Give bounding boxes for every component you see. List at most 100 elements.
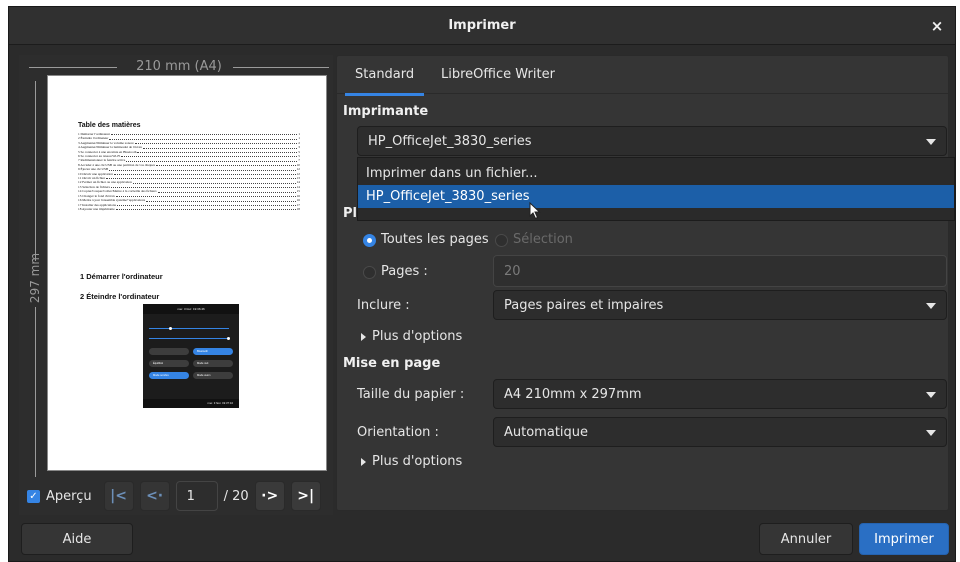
previous-page-icon: <· bbox=[146, 488, 164, 504]
printer-dropdown-list: Imprimer dans un fichier... HP_OfficeJet… bbox=[357, 157, 955, 221]
include-label: Inclure : bbox=[357, 298, 410, 313]
range-more-options[interactable]: Plus d'options bbox=[361, 329, 462, 344]
pages-radio[interactable] bbox=[363, 266, 376, 279]
printer-select[interactable]: HP_OfficeJet_3830_series bbox=[357, 126, 947, 156]
chevron-down-icon bbox=[926, 392, 936, 398]
pages-label: Pages : bbox=[381, 264, 428, 279]
toc-row-leader bbox=[121, 154, 298, 158]
dialog-title: Imprimer bbox=[448, 18, 516, 33]
paper-size-select[interactable]: A4 210mm x 297mm bbox=[493, 379, 947, 409]
heading-start: 1 Démarrer l'ordinateur bbox=[80, 272, 163, 281]
toc-row-page: 18 bbox=[296, 206, 300, 211]
screenshot-pill: Équilibré bbox=[149, 360, 189, 367]
orientation-label: Orientation : bbox=[357, 425, 439, 440]
help-button[interactable]: Aide bbox=[21, 523, 133, 555]
screenshot-image: mer. 3 févr. 19:36:46 Bluetooth Équilibr… bbox=[143, 304, 239, 408]
toc-row-leader bbox=[132, 180, 296, 184]
range-more-options-label: Plus d'options bbox=[372, 329, 463, 344]
screenshot-pill: Mode nuit bbox=[193, 360, 233, 367]
include-value: Pages paires et impaires bbox=[504, 297, 664, 313]
screenshot-slider bbox=[149, 328, 229, 329]
toc-row-leader bbox=[109, 136, 298, 140]
expander-arrow-icon bbox=[361, 332, 366, 341]
selection-label: Sélection bbox=[513, 232, 573, 247]
page-width-label: 210 mm (A4) bbox=[136, 59, 222, 74]
toc-row-leader bbox=[115, 194, 296, 198]
screenshot-topbar: mer. 3 févr. 19:36:46 bbox=[143, 304, 239, 314]
previous-page-button[interactable]: <· bbox=[139, 481, 170, 511]
toc-row-leader bbox=[110, 185, 296, 189]
paper-size-label: Taille du papier : bbox=[357, 387, 465, 402]
preview-page: Table des matières 1 Démarrer l'ordinate… bbox=[47, 75, 327, 471]
tab-libreoffice-writer[interactable]: LibreOffice Writer bbox=[441, 67, 555, 82]
toc-row-leader bbox=[146, 198, 296, 202]
print-dialog: Imprimer × 210 mm (A4) 297 mm Table des … bbox=[8, 6, 956, 562]
range-section-heading: Pl bbox=[343, 206, 357, 221]
last-page-icon: >| bbox=[297, 488, 315, 504]
pages-input[interactable]: 20 bbox=[493, 255, 947, 287]
preview-checkbox-label: Aperçu bbox=[46, 488, 92, 504]
first-page-button[interactable]: |< bbox=[103, 481, 134, 511]
tab-standard[interactable]: Standard bbox=[344, 67, 425, 96]
printer-selected-value: HP_OfficeJet_3830_series bbox=[368, 133, 532, 149]
screenshot-footer: mer. 3 févr. 19:37:10 bbox=[143, 399, 239, 408]
printer-section-heading: Imprimante bbox=[343, 104, 429, 119]
toc-row: 18 Ajouter une imprimante 18 bbox=[78, 207, 300, 211]
layout-more-options[interactable]: Plus d'options bbox=[361, 454, 462, 469]
preview-navigation: ✓ Aperçu |< <· 1 / 20 ·> >| bbox=[27, 481, 321, 511]
next-page-icon: ·> bbox=[261, 488, 279, 504]
page-height-ruler: 297 mm bbox=[27, 81, 43, 481]
title-bar: Imprimer × bbox=[9, 7, 955, 45]
chevron-down-icon bbox=[926, 430, 936, 436]
toc-row-leader bbox=[109, 167, 296, 171]
include-select[interactable]: Pages paires et impaires bbox=[493, 290, 947, 320]
chevron-down-icon bbox=[926, 139, 936, 145]
toc-row-title: 18 Ajouter une imprimante bbox=[78, 206, 115, 211]
orientation-select[interactable]: Automatique bbox=[493, 417, 947, 447]
tab-bar: Standard LibreOffice Writer bbox=[337, 56, 948, 96]
toc-row-leader bbox=[106, 176, 296, 180]
orientation-value: Automatique bbox=[504, 424, 589, 440]
print-preview: 210 mm (A4) 297 mm Table des matières 1 … bbox=[19, 55, 333, 515]
selection-radio[interactable] bbox=[495, 234, 508, 247]
current-page-input[interactable]: 1 bbox=[175, 481, 218, 511]
close-icon[interactable]: × bbox=[927, 16, 947, 36]
printer-option-hp[interactable]: HP_OfficeJet_3830_series bbox=[358, 185, 954, 208]
printer-option-file[interactable]: Imprimer dans un fichier... bbox=[358, 162, 954, 185]
toc-row-leader bbox=[134, 141, 298, 145]
toc-row-leader bbox=[142, 145, 298, 149]
toc-title: Table des matières bbox=[78, 122, 141, 129]
screenshot-slider bbox=[149, 338, 229, 339]
screenshot-pill: Mode avion bbox=[193, 372, 233, 379]
first-page-icon: |< bbox=[110, 488, 128, 504]
page-width-ruler: 210 mm (A4) bbox=[29, 59, 329, 75]
table-of-contents: 1 Démarrer l'ordinateur 1 2 Éteindre l'ord… bbox=[78, 132, 300, 211]
toc-row-leader bbox=[137, 150, 298, 154]
cancel-button[interactable]: Annuler bbox=[759, 523, 853, 555]
chevron-down-icon bbox=[926, 303, 936, 309]
paper-size-value: A4 210mm x 297mm bbox=[504, 386, 642, 402]
preview-checkbox[interactable]: ✓ bbox=[27, 489, 40, 503]
last-page-button[interactable]: >| bbox=[290, 481, 321, 511]
mouse-pointer-icon bbox=[529, 202, 541, 220]
toc-row-leader bbox=[126, 158, 298, 162]
settings-panel: Standard LibreOffice Writer Imprimante H… bbox=[336, 55, 949, 511]
toc-row-leader bbox=[110, 132, 298, 136]
print-button[interactable]: Imprimer bbox=[859, 523, 949, 555]
toc-row-leader bbox=[157, 189, 296, 193]
screenshot-pill-wifi bbox=[149, 348, 189, 355]
layout-section-heading: Mise en page bbox=[343, 356, 441, 371]
layout-more-options-label: Plus d'options bbox=[372, 454, 463, 469]
next-page-button[interactable]: ·> bbox=[254, 481, 285, 511]
screenshot-pill: Bluetooth bbox=[193, 348, 233, 355]
screenshot-slider-knob bbox=[169, 327, 172, 330]
toc-row-leader bbox=[155, 163, 296, 167]
screenshot-pill: Mode sombre bbox=[149, 372, 189, 379]
page-height-label: 297 mm bbox=[28, 252, 42, 304]
all-pages-radio[interactable] bbox=[363, 234, 376, 247]
page-count-label: / 20 bbox=[223, 488, 249, 504]
expander-arrow-icon bbox=[361, 457, 366, 466]
toc-row-leader bbox=[116, 203, 296, 206]
heading-shutdown: 2 Éteindre l'ordinateur bbox=[80, 292, 160, 301]
ruler-line bbox=[35, 81, 36, 261]
